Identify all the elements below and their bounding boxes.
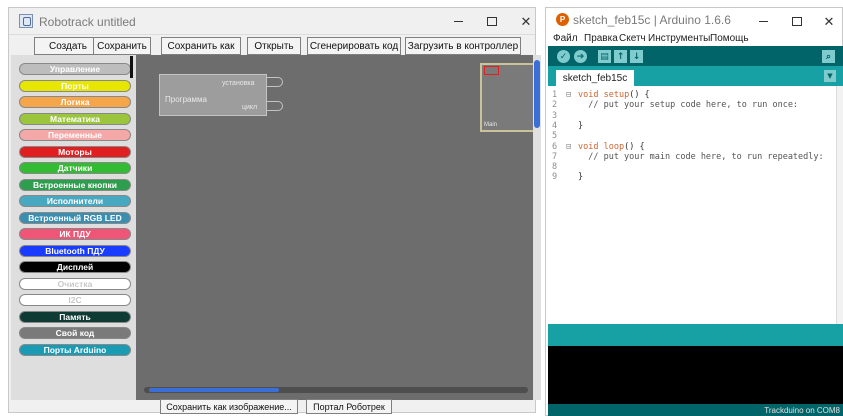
category-button[interactable]: Порты Arduino [19, 343, 131, 356]
category-button[interactable]: Встроенные кнопки [19, 178, 131, 191]
block-palette: Управление Порты Логика Математика Переменны… [11, 55, 136, 400]
arduino-window-title: sketch_feb15c | Arduino 1.6.6 [573, 13, 731, 27]
open-button[interactable]: Открыть [247, 37, 301, 55]
close-button[interactable]: ✕ [509, 8, 543, 35]
category-button[interactable]: Математика [19, 112, 131, 125]
category-button[interactable]: Дисплей [19, 261, 131, 273]
code-token-kw: void [578, 90, 599, 100]
arduino-close-button[interactable]: ✕ [812, 8, 843, 35]
close-icon: ✕ [823, 13, 835, 29]
category-button[interactable]: Управление [19, 63, 131, 75]
serial-monitor-icon[interactable]: ⌕ [822, 50, 835, 63]
category-button[interactable]: Порты [19, 79, 131, 92]
save-as-button[interactable]: Сохранить как [161, 37, 241, 55]
new-icon[interactable]: ▤ [598, 50, 611, 63]
code-token-rest: () { [624, 141, 645, 152]
minimize-button[interactable] [441, 8, 475, 35]
line-number: 8 [552, 162, 558, 173]
line-number: 7 [552, 151, 558, 162]
workspace-horizontal-scroll-thumb[interactable] [149, 388, 279, 392]
minimap-viewport[interactable] [484, 66, 499, 75]
category-button[interactable]: Логика [19, 96, 131, 108]
arduino-maximize-button[interactable] [780, 8, 814, 35]
code-token-rest: () { [629, 90, 650, 100]
open-icon[interactable]: ↑ [614, 50, 627, 63]
menu-help[interactable]: Помощь [710, 33, 749, 45]
editor-vertical-scrollbar[interactable] [836, 86, 843, 324]
save-as-image-button[interactable]: Сохранить как изображение... [160, 399, 298, 414]
board-port-status: Trackduino on COM8 [764, 406, 840, 415]
category-button[interactable]: Исполнители [19, 195, 131, 207]
save-icon[interactable]: ↓ [630, 50, 643, 63]
tab-sketch[interactable]: sketch_feb15c [556, 70, 634, 86]
menu-sketch[interactable]: Скетч [619, 33, 646, 45]
line-number: 2 [552, 100, 558, 111]
robotrack-window-title: Robotrack untitled [39, 15, 136, 29]
code-line[interactable]: // put your main code here, to run repea… [578, 151, 824, 162]
upload-to-controller-button[interactable]: Загрузить в контроллер [405, 37, 521, 55]
arduino-toolbar [548, 46, 843, 66]
tab-menu-icon[interactable]: ▼ [824, 70, 836, 82]
save-button[interactable]: Сохранить [93, 37, 151, 55]
line-number: 9 [552, 172, 558, 183]
console-output [548, 346, 843, 404]
category-button[interactable]: Bluetooth ПДУ [19, 244, 131, 257]
code-line[interactable]: } [578, 121, 583, 131]
code-line[interactable]: void setup() { [578, 90, 650, 100]
fold-toggle-icon[interactable]: ⊟ [566, 90, 576, 100]
verify-icon[interactable]: ✓ [557, 50, 570, 63]
category-button[interactable]: Датчики [19, 162, 131, 174]
category-button[interactable]: Память [19, 310, 131, 323]
robotrack-app-icon [19, 14, 33, 28]
code-line[interactable]: // put your setup code here, to run once… [578, 100, 798, 110]
generate-code-button[interactable]: Сгенерировать код [307, 37, 401, 55]
category-button[interactable]: Очистка [19, 277, 131, 290]
palette-resize-handle[interactable] [130, 56, 133, 78]
code-editor[interactable] [548, 86, 840, 324]
close-icon: ✕ [520, 13, 532, 29]
category-button[interactable]: Встроенный RGB LED [19, 211, 131, 224]
setup-statement-slot [267, 77, 283, 87]
robotrack-titlebar[interactable]: Robotrack untitled ✕ [9, 8, 535, 35]
code-token-cmt: // put your main code here, to run repea… [578, 151, 824, 162]
line-number: 4 [552, 120, 558, 131]
code-line[interactable]: } [578, 172, 583, 182]
workspace-vertical-scroll-thumb[interactable] [534, 60, 540, 128]
menu-file[interactable]: Файл [553, 33, 578, 45]
line-number: 5 [552, 131, 558, 142]
category-button[interactable]: ИК ПДУ [19, 228, 131, 240]
category-button[interactable]: Переменные [19, 129, 131, 141]
robotrack-window: Robotrack untitled ✕ Создать Сохранить С… [8, 7, 541, 413]
minimap-label: Main [484, 122, 498, 128]
code-token-rest: } [578, 120, 584, 131]
program-block-title: Программа [165, 95, 207, 104]
code-token-fn: loop [603, 141, 625, 152]
status-strip [548, 324, 843, 346]
maximize-button[interactable] [475, 8, 509, 35]
code-token-kw: void [578, 141, 599, 152]
code-token-fn: setup [603, 90, 630, 100]
setup-slot-label: установка [222, 80, 255, 87]
line-number: 3 [552, 110, 558, 121]
menu-tools[interactable]: Инструменты [648, 33, 710, 45]
category-button[interactable]: Моторы [19, 145, 131, 158]
program-block[interactable]: Программа установка цикл [159, 74, 267, 116]
category-button[interactable]: I2C [19, 294, 131, 306]
robotrack-portal-button[interactable]: Портал Роботрек [306, 399, 392, 414]
category-button[interactable]: Свой код [19, 327, 131, 339]
loop-slot-label: цикл [242, 104, 258, 111]
code-token-cmt: // put your setup code here, to run once… [578, 100, 799, 111]
upload-icon[interactable]: ➔ [574, 50, 587, 63]
arduino-minimize-button[interactable] [746, 8, 780, 35]
fold-toggle-icon[interactable]: ⊟ [566, 142, 576, 152]
arduino-app-icon: P [556, 13, 569, 26]
code-line[interactable]: void loop() { [578, 142, 645, 152]
loop-statement-slot [267, 101, 283, 111]
create-button[interactable]: Создать [34, 37, 102, 55]
code-token-rest: } [578, 172, 584, 183]
menu-edit[interactable]: Правка [584, 33, 618, 45]
